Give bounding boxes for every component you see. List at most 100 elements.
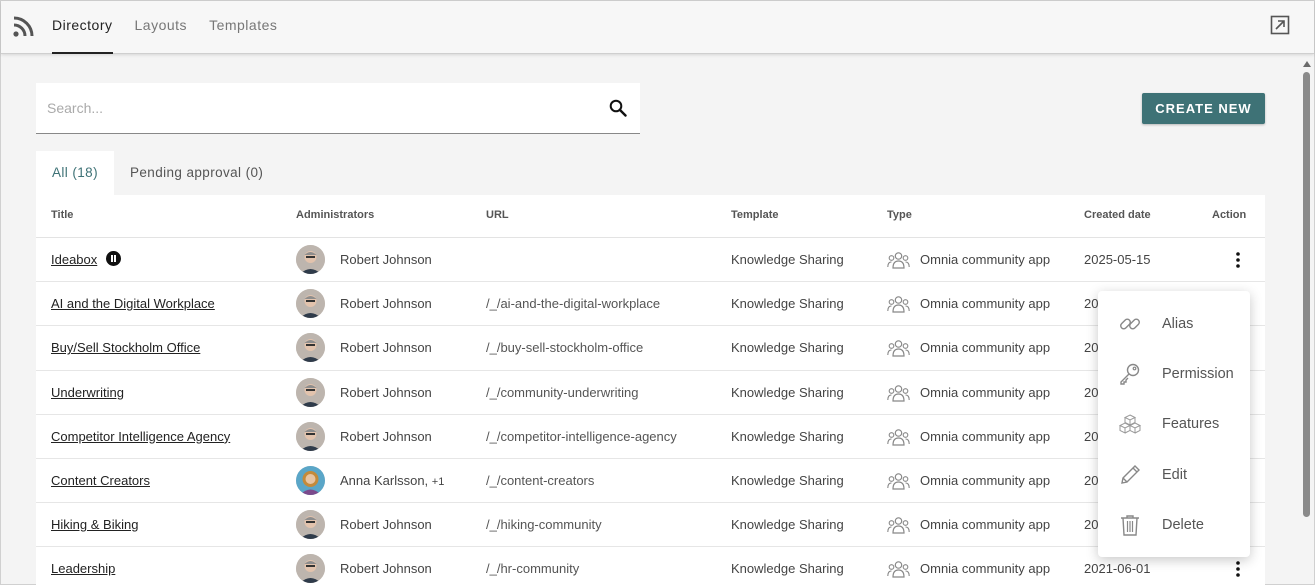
menu-label-permission: Permission [1162,366,1234,382]
row-created-date: 20 [1084,296,1099,312]
row-template: Knowledge Sharing [731,428,844,444]
menu-item-alias[interactable]: Alias [1098,299,1250,349]
column-header-template[interactable]: Template [731,209,778,221]
row-type: Omnia community app [920,340,1051,356]
table-row[interactable]: Competitor Intelligence Agency Robert Joh… [36,415,1265,459]
row-administrator: Robert Johnson [340,340,432,355]
row-title-link[interactable]: Buy/Sell Stockholm Office [51,340,200,355]
tab-layouts[interactable]: Layouts [124,1,199,54]
menu-label-features: Features [1162,416,1220,432]
row-title-link[interactable]: Hiking & Biking [51,517,138,532]
menu-item-edit[interactable]: Edit [1098,450,1250,500]
row-title-link[interactable]: Content Creators [51,473,150,488]
search-input[interactable] [36,83,596,133]
filter-tabs: All (18) Pending approval (0) [36,151,279,195]
table-body: Ideabox Robert Johnson Knowledge Sharing Om… [36,238,1265,585]
column-header-administrators[interactable]: Administrators [296,209,374,221]
community-people-icon [887,428,910,447]
row-administrator: Robert Johnson [340,252,432,267]
table-row[interactable]: AI and the Digital Workplace Robert Johns… [36,282,1265,327]
avatar [296,289,325,319]
table-row[interactable]: Content Creators Anna Karlsson, +1 /_/cont… [36,459,1265,504]
tab-directory[interactable]: Directory [41,1,124,54]
row-type: Omnia community app [920,384,1051,400]
community-people-icon [887,295,910,314]
avatar [296,465,325,495]
table-row[interactable]: Underwriting Robert Johnson /_/community-u… [36,371,1265,415]
administrator-name: Robert Johnson [340,296,432,312]
tab-all[interactable]: All (18) [36,151,114,195]
row-action-menu: Alias Permission Features Edit Delete [1098,291,1250,557]
row-created-date: 2025-05-15 [1084,252,1151,267]
row-administrator: Robert Johnson [340,385,432,400]
avatar [296,510,325,540]
avatar [296,245,325,274]
row-created-date: 20 [1084,340,1099,356]
search-icon[interactable] [609,99,627,117]
avatar [296,333,325,363]
administrator-name: Robert Johnson [340,517,432,533]
row-title-link[interactable]: Leadership [51,561,115,576]
tab-pending-approval[interactable]: Pending approval (0) [114,151,279,195]
row-type: Omnia community app [920,252,1051,267]
column-header-url[interactable]: URL [486,209,509,221]
rss-icon [13,16,34,37]
pencil-icon [1121,465,1140,484]
avatar [296,377,325,407]
row-title-link[interactable]: AI and the Digital Workplace [51,296,215,311]
create-new-button[interactable]: CREATE NEW [1142,93,1265,124]
scroll-up-arrow-icon[interactable] [1303,61,1311,67]
administrator-extra-count[interactable]: +1 [432,476,445,488]
column-header-created-date[interactable]: Created date [1084,209,1151,221]
row-type: Omnia community app [920,472,1051,488]
table-header: Title Administrators URL Template Type C… [36,195,1265,238]
row-administrator: Robert Johnson [340,517,432,532]
top-navigation-bar: Directory Layouts Templates [1,1,1314,54]
more-vertical-icon[interactable] [1232,251,1244,269]
administrator-name: Robert Johnson [340,561,432,577]
row-template: Knowledge Sharing [731,561,844,577]
column-header-action: Action [1212,209,1247,221]
row-template: Knowledge Sharing [731,384,844,400]
key-icon [1120,363,1140,385]
row-url: /_/community-underwriting [486,384,639,400]
row-administrator: Anna Karlsson, +1 [340,473,444,488]
table-row[interactable]: Hiking & Biking Robert Johnson /_/hiking-c… [36,503,1265,548]
search-box [36,83,640,134]
menu-item-delete[interactable]: Delete [1098,500,1250,550]
avatar [296,421,325,451]
menu-label-alias: Alias [1162,316,1194,332]
row-url: /_/content-creators [486,472,595,488]
row-title-link[interactable]: Competitor Intelligence Agency [51,429,230,444]
row-template: Knowledge Sharing [731,296,844,312]
cubes-icon [1118,414,1142,434]
row-url: /_/ai-and-the-digital-workplace [486,296,661,312]
community-people-icon [887,472,910,491]
row-url: /_/competitor-intelligence-agency [486,428,677,444]
menu-item-permission[interactable]: Permission [1098,349,1250,399]
row-created-date: 2021-06-01 [1084,561,1151,577]
table-row[interactable]: Leadership Robert Johnson /_/hr-community K… [36,547,1265,585]
row-title-link[interactable]: Underwriting [51,385,124,400]
table-row[interactable]: Buy/Sell Stockholm Office Robert Johnson /… [36,326,1265,371]
tab-templates[interactable]: Templates [198,1,288,54]
column-header-type[interactable]: Type [887,209,912,221]
column-header-title[interactable]: Title [51,209,73,221]
vertical-scrollbar[interactable] [1301,59,1312,585]
row-type: Omnia community app [920,517,1051,533]
row-title-link[interactable]: Ideabox [51,252,97,267]
row-template: Knowledge Sharing [731,472,844,488]
administrator-name: Anna Karlsson, [340,472,429,488]
row-template: Knowledge Sharing [731,340,844,356]
open-external-icon[interactable] [1270,15,1290,35]
administrator-name: Robert Johnson [340,340,432,356]
menu-label-edit: Edit [1162,467,1187,483]
directory-table: Title Administrators URL Template Type C… [36,195,1265,585]
more-vertical-icon[interactable] [1232,560,1244,578]
menu-item-features[interactable]: Features [1098,399,1250,449]
administrator-name: Robert Johnson [340,428,432,444]
scrollbar-thumb[interactable] [1303,72,1310,517]
table-row[interactable]: Ideabox Robert Johnson Knowledge Sharing Om… [36,238,1265,283]
main-tabs: Directory Layouts Templates [41,1,288,54]
row-administrator: Robert Johnson [340,561,432,576]
